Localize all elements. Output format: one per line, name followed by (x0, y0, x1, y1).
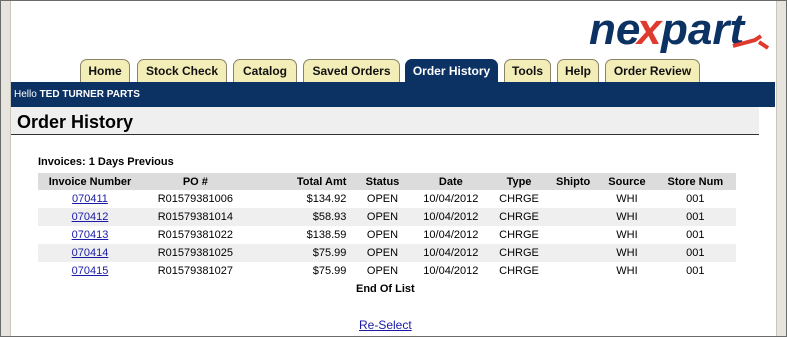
amt-cell: $58.93 (248, 208, 355, 226)
title-bar: Order History (11, 107, 759, 135)
type-cell: CHRGE (499, 265, 539, 277)
invoice-cell: 070411 (38, 190, 142, 208)
right-border (776, 1, 786, 336)
po-cell: R01579381022 (157, 229, 233, 241)
greeting-prefix: Hello (14, 89, 40, 100)
type-cell: CHRGE (499, 229, 539, 241)
status-cell: OPEN (366, 265, 399, 277)
table-row: 070413 R01579381022 $138.59 OPEN 10/04/2… (38, 226, 736, 244)
source-cell: WHI (616, 229, 638, 241)
col-total-amt: Total Amt (248, 173, 355, 190)
amt-cell: $138.59 (306, 229, 347, 241)
col-shipto: Shipto (546, 173, 600, 190)
invoices-caption: Invoices: 1 Days Previous (38, 156, 174, 168)
nexpart-logo: ne x part (589, 5, 770, 54)
source-cell: WHI (616, 193, 638, 205)
table-row: 070411 R01579381006 $134.92 OPEN 10/04/2… (38, 190, 736, 208)
invoice-link[interactable]: 070412 (72, 211, 109, 223)
tab-tools[interactable]: Tools (504, 59, 551, 83)
date-cell: 10/04/2012 (423, 229, 479, 241)
status-cell: OPEN (354, 244, 411, 262)
invoice-cell: 070412 (38, 208, 142, 226)
logo-text-left: ne (589, 5, 640, 54)
tab-order-history[interactable]: Order History (405, 59, 498, 83)
table-header-row: Invoice Number PO # Total Amt Status Dat… (38, 173, 736, 190)
invoice-cell: 070415 (38, 262, 142, 280)
amt-cell: $75.99 (312, 265, 347, 277)
page-title: Order History (17, 112, 134, 132)
reselect-link[interactable]: Re-Select (359, 318, 412, 332)
col-po: PO # (141, 173, 249, 190)
invoice-link[interactable]: 070413 (72, 229, 109, 241)
shipto-cell (547, 226, 599, 244)
status-cell: OPEN (366, 229, 399, 241)
greeting: Hello TED TURNER PARTS (14, 89, 140, 100)
table-row: 070415 R01579381027 $75.99 OPEN 10/04/20… (38, 262, 736, 280)
shipto-cell (546, 244, 600, 262)
tab-catalog[interactable]: Catalog (233, 59, 297, 83)
invoice-table: Invoice Number PO # Total Amt Status Dat… (38, 173, 736, 280)
invoice-link[interactable]: 070414 (72, 247, 109, 259)
po-cell: R01579381025 (141, 244, 249, 262)
date-cell: 10/04/2012 (410, 244, 492, 262)
nav-bar: Hello TED TURNER PARTS (11, 82, 775, 107)
left-border (1, 1, 11, 336)
logo-x: x (635, 5, 663, 54)
source-cell: WHI (599, 244, 655, 262)
table-row: 070412 R01579381014 $58.93 OPEN 10/04/20… (38, 208, 736, 226)
end-of-list: End Of List (356, 283, 415, 295)
tab-help[interactable]: Help (557, 59, 599, 83)
status-cell: OPEN (366, 193, 399, 205)
invoice-cell: 070413 (38, 226, 142, 244)
tab-stock-check[interactable]: Stock Check (137, 59, 227, 83)
date-cell: 10/04/2012 (423, 193, 479, 205)
tab-order-review[interactable]: Order Review (605, 59, 700, 83)
store-cell: 001 (654, 244, 736, 262)
date-cell: 10/04/2012 (423, 265, 479, 277)
source-cell: WHI (599, 208, 655, 226)
po-cell: R01579381027 (157, 265, 233, 277)
tab-saved-orders[interactable]: Saved Orders (303, 59, 400, 83)
store-cell: 001 (686, 265, 705, 277)
shipto-cell (547, 190, 599, 208)
col-source: Source (599, 173, 655, 190)
type-cell: CHRGE (499, 193, 539, 205)
date-cell: 10/04/2012 (410, 208, 492, 226)
type-cell: CHRGE (491, 244, 547, 262)
invoice-link[interactable]: 070411 (72, 193, 108, 205)
col-invoice-number: Invoice Number (38, 173, 142, 190)
amt-cell: $134.92 (306, 193, 347, 205)
status-cell: OPEN (354, 208, 411, 226)
source-cell: WHI (616, 265, 638, 277)
col-type: Type (491, 173, 547, 190)
po-cell: R01579381006 (157, 193, 233, 205)
col-store-num: Store Num (654, 173, 736, 190)
type-cell: CHRGE (491, 208, 547, 226)
invoice-cell: 070414 (38, 244, 142, 262)
shipto-cell (546, 208, 600, 226)
store-cell: 001 (654, 208, 736, 226)
user-name: TED TURNER PARTS (39, 89, 140, 100)
table-row: 070414 R01579381025 $75.99 OPEN 10/04/20… (38, 244, 736, 262)
col-status: Status (354, 173, 411, 190)
store-cell: 001 (686, 193, 705, 205)
tab-home[interactable]: Home (80, 59, 130, 83)
store-cell: 001 (686, 229, 705, 241)
shipto-cell (547, 262, 599, 280)
invoice-link[interactable]: 070415 (72, 265, 109, 277)
col-date: Date (410, 173, 492, 190)
amt-cell: $75.99 (248, 244, 355, 262)
po-cell: R01579381014 (141, 208, 249, 226)
